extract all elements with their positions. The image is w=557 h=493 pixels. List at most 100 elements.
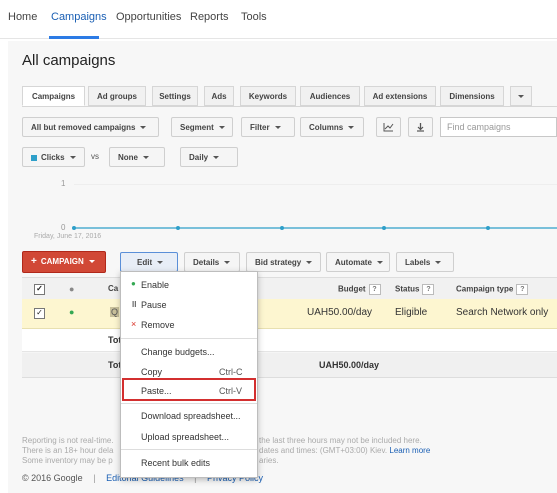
nav-campaigns[interactable]: Campaigns	[51, 11, 107, 23]
chevron-down-icon	[213, 156, 220, 160]
header-status[interactable]: Status?	[395, 284, 435, 295]
menu-remove[interactable]: Remove	[141, 320, 175, 330]
chevron-down-icon	[348, 126, 355, 130]
labels-button[interactable]: Labels	[396, 252, 454, 272]
tab-ad-groups[interactable]: Ad groups	[88, 86, 146, 106]
nav-reports[interactable]: Reports	[190, 11, 229, 23]
data-point	[72, 226, 76, 230]
segment-button[interactable]: Segment	[171, 117, 233, 137]
vs-label: vs	[91, 152, 99, 161]
labels-label: Labels	[405, 258, 431, 267]
download-button[interactable]	[408, 117, 433, 137]
segment-label: Segment	[180, 123, 214, 132]
header-campaign-type-label: Campaign type	[456, 284, 514, 294]
active-nav-indicator	[49, 36, 99, 39]
menu-change-budgets[interactable]: Change budgets...	[141, 347, 215, 357]
learn-more-link[interactable]: Learn more	[389, 446, 430, 455]
details-button[interactable]: Details	[184, 252, 240, 272]
data-point	[280, 226, 284, 230]
series-color-swatch	[31, 154, 37, 161]
nav-home[interactable]: Home	[8, 11, 37, 23]
plus-icon: +	[31, 256, 37, 267]
menu-divider	[121, 449, 257, 450]
tab-dimensions[interactable]: Dimensions	[440, 86, 504, 106]
footer-note-line3: Some inventory may be p aries.	[22, 456, 279, 465]
metric-one-select[interactable]: Clicks	[22, 147, 85, 167]
bid-strategy-button[interactable]: Bid strategy	[246, 252, 321, 272]
budget-cell[interactable]: UAH50.00/day	[307, 307, 372, 318]
chevron-down-icon	[157, 261, 164, 265]
header-campaign-type[interactable]: Campaign type?	[456, 284, 529, 295]
chevron-down-icon	[306, 261, 313, 265]
menu-divider	[121, 403, 257, 404]
tab-audiences[interactable]: Audiences	[300, 86, 360, 106]
pause-icon: II	[132, 300, 137, 309]
columns-label: Columns	[309, 123, 344, 132]
tab-campaigns[interactable]: Campaigns	[22, 86, 85, 106]
total-budget: UAH50.00/day	[319, 360, 380, 370]
edit-label: Edit	[137, 258, 153, 267]
tab-settings[interactable]: Settings	[152, 86, 198, 106]
header-budget[interactable]: Budget?	[338, 284, 381, 295]
table-row[interactable]: ✓ ● Q UAH50.00/day Eligible Search Netwo…	[22, 299, 557, 329]
period-select[interactable]: Daily	[180, 147, 238, 167]
details-label: Details	[193, 258, 220, 267]
enable-dot-icon: ●	[131, 279, 136, 288]
menu-recent-bulk-edits[interactable]: Recent bulk edits	[141, 458, 210, 468]
chevron-down-icon	[88, 260, 95, 264]
menu-enable[interactable]: Enable	[141, 280, 169, 290]
data-point	[382, 226, 386, 230]
menu-download-spreadsheet[interactable]: Download spreadsheet...	[141, 411, 241, 421]
tab-more[interactable]	[510, 86, 532, 106]
footer-separator: |	[93, 473, 96, 483]
add-campaign-button[interactable]: + CAMPAIGN	[22, 251, 106, 273]
menu-upload-spreadsheet[interactable]: Upload spreadsheet...	[141, 432, 229, 442]
select-all-checkbox[interactable]: ✓	[34, 284, 45, 295]
menu-divider	[121, 338, 257, 339]
help-icon[interactable]: ?	[422, 284, 435, 295]
nav-opportunities[interactable]: Opportunities	[116, 11, 181, 23]
edit-button[interactable]: Edit	[120, 252, 178, 272]
chevron-down-icon	[376, 261, 383, 265]
campaign-type-cell: Search Network only	[456, 307, 549, 318]
metric-two-select[interactable]: None	[109, 147, 165, 167]
search-campaigns-input[interactable]: Find campaigns	[440, 117, 557, 137]
add-campaign-label: CAMPAIGN	[40, 257, 84, 266]
campaigns-table: ✓ ● Ca Budget? Status? Campaign type? ✓ …	[22, 277, 557, 402]
page-title: All campaigns	[22, 52, 116, 69]
campaign-status-filter[interactable]: All but removed campaigns	[22, 117, 159, 137]
tab-ads[interactable]: Ads	[204, 86, 234, 106]
status-dot-header-icon: ●	[69, 284, 75, 294]
help-icon[interactable]: ?	[368, 284, 381, 295]
footer-note-line2-right: dates and times: (GMT+03:00) Kiev.	[259, 446, 388, 455]
menu-pause[interactable]: Pause	[141, 300, 167, 310]
nav-tools[interactable]: Tools	[241, 11, 267, 23]
menu-copy[interactable]: Copy	[141, 367, 162, 377]
chevron-down-icon	[218, 126, 225, 130]
chart-line-series	[72, 226, 557, 230]
footer-note-line3-left: Some inventory may be p	[22, 456, 113, 465]
bid-strategy-label: Bid strategy	[255, 258, 302, 267]
data-point	[486, 226, 490, 230]
help-icon[interactable]: ?	[516, 284, 529, 295]
total-row-filtered: Tot	[22, 329, 557, 352]
filter-button[interactable]: Filter	[241, 117, 295, 137]
columns-button[interactable]: Columns	[300, 117, 364, 137]
line-chart-icon	[383, 123, 394, 132]
status-cell: Eligible	[395, 307, 428, 318]
campaign-status-filter-label: All but removed campaigns	[31, 123, 136, 132]
campaign-name-cell[interactable]: Q	[110, 307, 120, 317]
copy-shortcut: Ctrl-C	[219, 367, 243, 377]
chevron-down-icon	[69, 156, 76, 160]
automate-button[interactable]: Automate	[326, 252, 390, 272]
chevron-down-icon	[143, 156, 149, 160]
automate-label: Automate	[335, 258, 372, 267]
tab-keywords[interactable]: Keywords	[240, 86, 296, 106]
chart-toggle-button[interactable]	[376, 117, 401, 137]
data-point	[176, 226, 180, 230]
metric-one-label: Clicks	[41, 153, 65, 162]
footer-note-line1: Reporting is not real-time. the last thr…	[22, 436, 422, 445]
tab-ad-extensions[interactable]: Ad extensions	[364, 86, 436, 106]
row-checkbox[interactable]: ✓	[34, 308, 45, 319]
header-campaign[interactable]: Ca	[108, 284, 118, 293]
